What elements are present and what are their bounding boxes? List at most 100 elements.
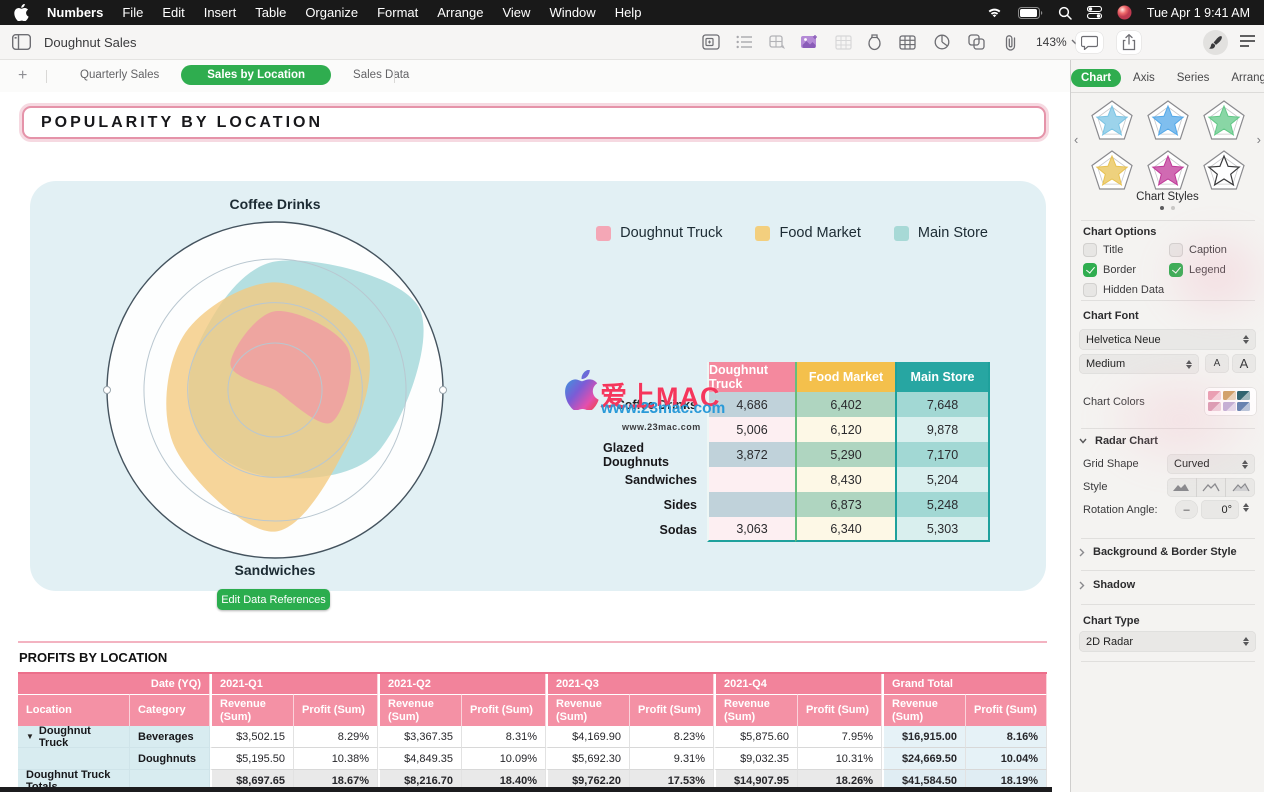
table-edit-icon[interactable]	[769, 35, 786, 50]
sheet-tab-quarterly-sales[interactable]: Quarterly Sales	[58, 65, 181, 85]
font-size-decrease-button[interactable]: A	[1205, 354, 1229, 373]
profits-value-cell[interactable]: 10.31%	[798, 748, 882, 770]
profits-value-cell[interactable]: $3,367.35	[378, 726, 462, 748]
profits-sub-header[interactable]: Revenue (Sum)	[210, 694, 294, 726]
pop-cell[interactable]: 7,648	[895, 392, 990, 417]
list-view-icon[interactable]	[736, 35, 753, 49]
profits-value-cell[interactable]: $24,669.50	[882, 748, 966, 770]
profits-sub-header[interactable]: Profit (Sum)	[462, 694, 546, 726]
profits-date-header[interactable]: Date (YQ)	[18, 674, 210, 694]
pop-col-header[interactable]: Doughnut Truck	[707, 362, 795, 392]
menu-item-edit[interactable]: Edit	[162, 5, 184, 20]
profits-quarter-header[interactable]: 2021-Q1	[210, 674, 378, 694]
sidebar-tab-chart[interactable]: Chart	[1071, 69, 1121, 87]
attachment-icon[interactable]	[1003, 34, 1018, 51]
profits-value-cell[interactable]: $3,502.15	[210, 726, 294, 748]
radar-plot[interactable]	[85, 200, 465, 580]
pop-cell[interactable]: 5,303	[895, 517, 990, 542]
menu-item-arrange[interactable]: Arrange	[437, 5, 483, 20]
profits-sub-header[interactable]: Profit (Sum)	[798, 694, 882, 726]
menu-item-table[interactable]: Table	[255, 5, 286, 20]
spotlight-search-icon[interactable]	[1058, 6, 1072, 20]
profits-value-cell[interactable]: 8.23%	[630, 726, 714, 748]
profits-value-cell[interactable]: 8.29%	[294, 726, 378, 748]
pop-row-header[interactable]: Coffee Drinks	[603, 392, 707, 417]
menu-item-help[interactable]: Help	[615, 5, 642, 20]
pop-row-header[interactable]: Sandwiches	[603, 467, 707, 492]
profits-value-cell[interactable]: $5,875.60	[714, 726, 798, 748]
pop-cell[interactable]: 5,290	[795, 442, 895, 467]
sidebar-tab-axis[interactable]: Axis	[1123, 69, 1165, 87]
checkbox-hidden-data[interactable]: Hidden Data	[1083, 282, 1255, 297]
comment-icon[interactable]	[1076, 32, 1103, 53]
disclosure-triangle-icon[interactable]: ▼	[26, 732, 34, 741]
profits-sub-header[interactable]: Category	[130, 694, 210, 726]
rotation-minus-button[interactable]: –	[1175, 500, 1198, 519]
profits-quarter-header[interactable]: Grand Total	[882, 674, 1047, 694]
profits-sub-header[interactable]: Revenue (Sum)	[546, 694, 630, 726]
table-tool-icon[interactable]	[899, 35, 916, 50]
profits-sub-header[interactable]: Revenue (Sum)	[378, 694, 462, 726]
profits-value-cell[interactable]: 9.31%	[630, 748, 714, 770]
profits-sub-header[interactable]: Revenue (Sum)	[882, 694, 966, 726]
style-page-dots[interactable]	[1071, 206, 1264, 210]
sheet-tab-sales-by-location[interactable]: Sales by Location	[181, 65, 331, 85]
profits-value-cell[interactable]: $4,849.35	[378, 748, 462, 770]
profits-value-cell[interactable]: 10.04%	[966, 748, 1047, 770]
transpose-grid-icon[interactable]	[835, 35, 852, 50]
profits-category-cell[interactable]: Beverages	[130, 726, 210, 748]
profits-sub-header[interactable]: Profit (Sum)	[294, 694, 378, 726]
profits-value-cell[interactable]: $9,032.35	[714, 748, 798, 770]
pop-row-header[interactable]: Glazed Doughnuts	[603, 442, 707, 467]
control-center-icon[interactable]	[1087, 6, 1102, 19]
rotation-stepper[interactable]	[1243, 503, 1249, 512]
pop-cell[interactable]: 6,873	[795, 492, 895, 517]
menu-item-organize[interactable]: Organize	[305, 5, 358, 20]
legend-item[interactable]: Doughnut Truck	[596, 225, 722, 241]
legend-item[interactable]: Main Store	[894, 225, 988, 241]
share-icon[interactable]	[1117, 31, 1141, 54]
checkbox-box-icon[interactable]	[1083, 283, 1097, 297]
menu-item-view[interactable]: View	[502, 5, 530, 20]
styles-next-icon[interactable]: ›	[1257, 132, 1261, 147]
profits-value-cell[interactable]: 10.09%	[462, 748, 546, 770]
pop-cell[interactable]: 8,430	[795, 467, 895, 492]
rotation-angle-field[interactable]: 0°	[1201, 500, 1239, 519]
pop-cell[interactable]: 3,063	[707, 517, 795, 542]
radar-style-line[interactable]	[1196, 478, 1226, 497]
pop-row-header[interactable]: Sides	[603, 492, 707, 517]
profits-sub-header[interactable]: Location	[18, 694, 130, 726]
grid-shape-dropdown[interactable]: Curved	[1167, 454, 1255, 474]
checkbox-caption[interactable]: Caption	[1169, 242, 1255, 257]
image-insert-icon[interactable]	[800, 34, 819, 50]
sidebar-tab-arrange[interactable]: Arrange	[1221, 69, 1264, 87]
pop-cell[interactable]: 7,170	[895, 442, 990, 467]
profits-quarter-header[interactable]: 2021-Q3	[546, 674, 714, 694]
chart-style-thumbnail[interactable]	[1086, 148, 1138, 194]
font-size-increase-button[interactable]: A	[1232, 354, 1256, 373]
profits-sub-header[interactable]: Profit (Sum)	[966, 694, 1047, 726]
sheet-title-box[interactable]: POPULARITY BY LOCATION	[22, 106, 1046, 139]
selection-handle-right[interactable]	[439, 386, 447, 394]
font-weight-dropdown[interactable]: Medium	[1079, 354, 1199, 374]
pop-row-header[interactable]: Sodas	[603, 517, 707, 542]
format-brush-button[interactable]	[1203, 30, 1228, 55]
pop-col-header[interactable]: Main Store	[895, 362, 990, 392]
menu-item-file[interactable]: File	[122, 5, 143, 20]
radar-chart-section-header[interactable]: Radar Chart	[1079, 435, 1158, 447]
battery-icon[interactable]	[1018, 7, 1043, 19]
insert-view-icon[interactable]	[702, 34, 720, 50]
profits-sub-header[interactable]: Profit (Sum)	[630, 694, 714, 726]
checkbox-box-icon[interactable]	[1083, 263, 1097, 277]
pop-cell[interactable]: 6,340	[795, 517, 895, 542]
checkbox-box-icon[interactable]	[1169, 263, 1183, 277]
styles-prev-icon[interactable]: ‹	[1074, 132, 1078, 147]
profits-value-cell[interactable]: $5,692.30	[546, 748, 630, 770]
pop-cell[interactable]: 3,872	[707, 442, 795, 467]
menu-item-window[interactable]: Window	[549, 5, 595, 20]
legend-item[interactable]: Food Market	[755, 225, 860, 241]
profits-sub-header[interactable]: Revenue (Sum)	[714, 694, 798, 726]
pop-cell[interactable]: 5,006	[707, 417, 795, 442]
pop-cell[interactable]: 5,248	[895, 492, 990, 517]
radar-style-filled[interactable]	[1167, 478, 1196, 497]
